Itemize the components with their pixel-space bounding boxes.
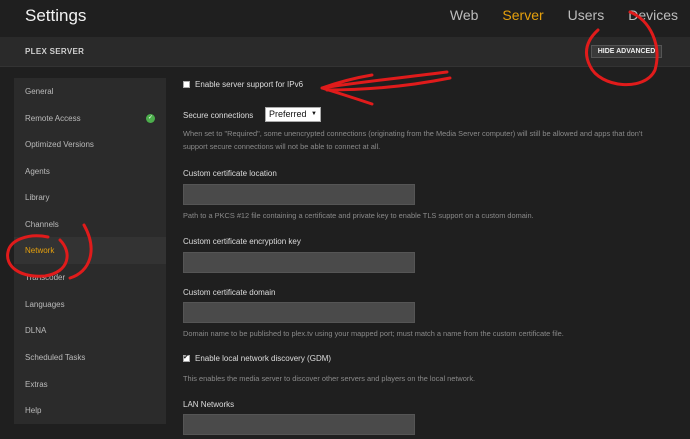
gdm-help: This enables the media server to discove… [183,374,476,383]
sidebar-item-optimized-versions[interactable]: Optimized Versions [14,131,166,158]
sidebar-item-scheduled-tasks[interactable]: Scheduled Tasks [14,344,166,371]
network-settings-panel: Enable server support for IPv6 Secure co… [183,0,673,439]
gdm-label: Enable local network discovery (GDM) [195,354,332,363]
sidebar-item-extras[interactable]: Extras [14,371,166,398]
secure-connections-value: Preferred [269,109,307,119]
sidebar-item-languages[interactable]: Languages [14,291,166,318]
ipv6-checkbox[interactable] [183,81,190,88]
cert-location-input[interactable] [183,184,415,205]
cert-domain-input[interactable] [183,302,415,323]
sidebar-item-general[interactable]: General [14,78,166,105]
cert-key-input[interactable] [183,252,415,273]
secure-connections-label: Secure connections [183,111,254,120]
sidebar-item-label: Remote Access [25,114,81,123]
gdm-row: Enable local network discovery (GDM) [183,353,332,363]
lan-networks-input[interactable] [183,414,415,435]
server-label: PLEX SERVER [25,47,85,56]
sidebar-item-help[interactable]: Help [14,397,166,424]
sidebar-item-agents[interactable]: Agents [14,158,166,185]
caret-down-icon: ▼ [311,111,317,117]
ipv6-row: Enable server support for IPv6 [183,80,303,89]
settings-sidebar: General Remote Access ✓ Optimized Versio… [14,78,166,424]
cert-location-label: Custom certificate location [183,169,277,178]
lan-networks-label: LAN Networks [183,400,235,409]
sidebar-item-dlna[interactable]: DLNA [14,317,166,344]
sidebar-item-network[interactable]: Network [14,237,166,264]
sidebar-item-remote-access[interactable]: Remote Access ✓ [14,105,166,132]
cert-domain-label: Custom certificate domain [183,288,276,297]
cert-location-help: Path to a PKCS #12 file containing a cer… [183,211,534,220]
ipv6-label: Enable server support for IPv6 [195,80,304,89]
secure-connections-help: When set to "Required", some unencrypted… [183,129,643,151]
cert-domain-help: Domain name to be published to plex.tv u… [183,329,564,338]
gdm-checkbox[interactable] [183,353,190,362]
sidebar-item-channels[interactable]: Channels [14,211,166,238]
sidebar-item-transcoder[interactable]: Transcoder [14,264,166,291]
secure-connections-select[interactable]: Preferred ▼ [265,107,321,122]
check-circle-icon: ✓ [146,114,155,123]
sidebar-item-library[interactable]: Library [14,184,166,211]
page-title: Settings [25,6,87,25]
cert-key-label: Custom certificate encryption key [183,237,301,246]
